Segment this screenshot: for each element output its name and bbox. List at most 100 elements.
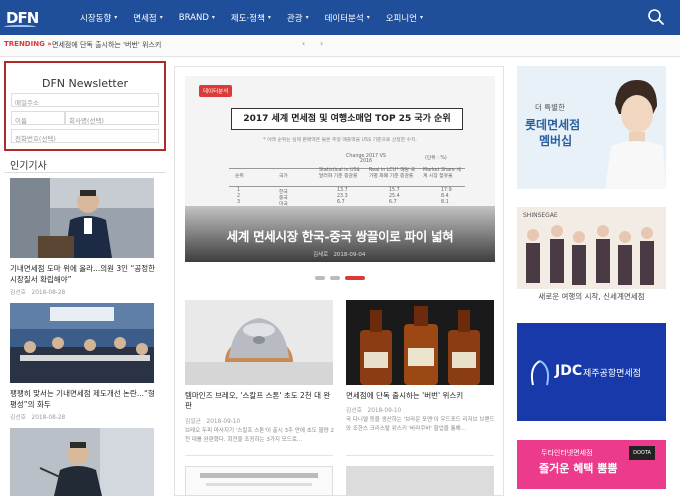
table-header-country: 국가 [279,174,288,179]
divider [185,455,333,456]
nav-item-dutyfree[interactable]: 면세점 ▾ [133,12,162,24]
main-nav: 시장동향 ▾ 면세점 ▾ BRAND ▾ 제도·정책 ▾ 관광 ▾ 데이터분석 ▾ 오피니언… [80,0,439,35]
nav-item-opinion[interactable]: 오피니언 ▾ [386,12,423,24]
slider-dot-active[interactable] [345,276,365,280]
cell: 2 [237,194,241,199]
chevron-left-icon[interactable]: ‹ [302,39,305,48]
cell: 15.7 [389,188,400,193]
article-thumbnail[interactable] [10,178,154,258]
nav-label: 데이터분석 [324,13,364,24]
nav-item-tourism[interactable]: 관광 ▾ [287,12,309,24]
divider [4,172,166,173]
hero-caption[interactable]: 세계 면세시장 한국-중국 쌍끌이로 파이 넓혀 [185,226,495,245]
chevron-right-icon[interactable]: › [320,39,323,48]
card-summary: 브레오 두피 마사지기 '스칼프 스톤'이 출시 3주 만에 초도 물량 2천 … [185,428,334,443]
article-title-link[interactable]: 기내면세점 도마 위에 올라...의원 3인 “공정한 시장질서 확립해야” [10,264,160,285]
ad-text: 즐거운 혜택 뿜뿜 [539,462,618,475]
nav-item-brand[interactable]: BRAND ▾ [179,13,215,23]
article-thumbnail[interactable] [10,428,154,496]
card-image[interactable] [185,466,333,496]
cell: 17.9 [441,188,452,193]
article-meta: 김선호 2018-08-28 [10,287,65,296]
meeting-photo [10,303,154,383]
company-field[interactable]: 회사명(선택) [65,111,159,125]
slider-dot[interactable] [330,276,340,280]
ad-text: DOOTA [629,446,655,460]
card-title-link[interactable]: 면세점에 단독 출시하는 '버번' 위스키 [346,391,496,401]
nav-item-data[interactable]: 데이터분석 ▾ [325,12,370,24]
nav-item-policy[interactable]: 제도·정책 ▾ [231,12,271,24]
chevron-down-icon: ▾ [114,14,118,21]
nav-item-market[interactable]: 시장동향 ▾ [80,12,117,24]
popular-articles-heading: 인기기사 [10,161,47,172]
table-header-rank: 순위 [235,174,244,179]
hero-author: 김세로 [313,252,329,258]
table-header-usd: Statistical in US$ 달러화 기준 증감률 [319,168,360,179]
card-image[interactable] [185,300,333,385]
ad-shinsegae[interactable]: SHINSEGAE 새로운 여행의 시작, 신세계면세점 [517,207,666,305]
ad-doota[interactable]: 두타인터넷면세점 즐거운 혜택 뿜뿜 DOOTA [517,440,666,489]
ad-model-photo [605,80,666,189]
article-author: 김선호 [10,290,26,296]
cell: 8.1 [441,200,449,205]
cell: 6.7 [337,200,345,205]
ad-text: 제주공항면세점 [583,369,641,379]
top-navigation-bar: DFN 시장동향 ▾ 면세점 ▾ BRAND ▾ 제도·정책 ▾ 관광 ▾ 데이터분석 ▾ … [0,0,680,35]
nav-label: 면세점 [133,13,157,24]
ad-jdc[interactable]: JDC 제주공항면세점 [517,323,666,421]
ad-text: 두타인터넷면세점 [541,449,593,457]
cell: 6.7 [389,200,397,205]
hero-image-headline: 2017 세계 면세점 및 여행소매업 TOP 25 국가 순위 [231,108,463,130]
hero-slide[interactable]: 데이터분석 2017 세계 면세점 및 여행소매업 TOP 25 국가 순위 *… [185,76,495,262]
massager-photo [185,300,333,385]
ad-lotte-membership[interactable]: 더 특별한 롯데면세점 멤버십 [517,66,666,189]
newsletter-title: DFN Newsletter [42,77,128,90]
divider [346,455,494,456]
nav-label: 시장동향 [80,13,112,24]
table-header-lcu: Real in LCU* 해당 국가별 화폐 기준 증감률 [369,168,415,179]
image-text-line [200,473,318,478]
card-author: 김선호 [346,408,362,414]
chevron-down-icon: ▾ [366,14,370,21]
card-image[interactable] [346,300,494,385]
cell: 13.7 [337,188,348,193]
nav-label: 오피니언 [385,13,417,24]
cell: 23.3 [337,194,348,199]
article-title-link[interactable]: 팽팽히 맞서는 기내면세점 제도개선 논란...“형평성”의 화두 [10,389,160,410]
search-icon[interactable] [647,8,665,26]
article-thumbnail[interactable] [10,303,154,383]
whiskey-bottles-photo [346,300,494,385]
jdc-logo-icon [530,360,550,386]
card-date: 2018-09-10 [206,419,241,425]
nav-label: 관광 [286,13,303,24]
nav-label: BRAND [178,12,209,23]
email-field[interactable]: 메일주소 [11,93,159,107]
newsletter-signup: DFN Newsletter 메일주소 이름 회사명(선택) 전화번호(선택) [4,61,166,151]
table-unit: (단위 : %) [425,156,447,161]
article-date: 2018-08-28 [31,415,66,421]
hero-image-note: * 아래 순위는 실제 판매액은 물론 추정 매출액을 US$ 기준으로 산정한… [263,138,417,143]
ranking-table: Change 2017 VS 2016 (단위 : %) 순위 국가 Stati… [229,154,465,208]
speaker-photo [10,178,154,258]
card-image[interactable] [346,466,494,496]
hero-meta: 김세로 2018-09-04 [313,250,365,258]
trending-headline-link[interactable]: 면세점에 단독 출시하는 '버번' 위스키 [52,40,161,50]
slider-dot[interactable] [315,276,325,280]
ad-text: 롯데면세점 [525,118,581,132]
ad-text: JDC [555,363,583,379]
ad-text: 더 특별한 [535,103,565,112]
card-meta: 김일균 2018-09-10 [185,416,240,425]
article-date: 2018-08-28 [31,290,66,296]
name-field[interactable]: 이름 [11,111,65,125]
category-badge[interactable]: 데이터분석 [199,85,233,97]
cell: 25.4 [389,194,400,199]
chevron-down-icon: ▾ [159,14,163,21]
chevron-down-icon: ▾ [211,14,215,21]
trending-bar: TRENDING » 면세점에 단독 출시하는 '버번' 위스키 ‹ › [0,35,680,57]
speaker-photo [10,428,154,496]
card-title-link[interactable]: 템마인즈 브레오, '스칼프 스톤' 초도 2천 대 완판 [185,391,335,411]
phone-field[interactable]: 전화번호(선택) [11,129,159,143]
trending-label: TRENDING » [4,40,52,48]
site-logo[interactable]: DFN [4,3,42,33]
nav-label: 제도·정책 [230,13,265,24]
